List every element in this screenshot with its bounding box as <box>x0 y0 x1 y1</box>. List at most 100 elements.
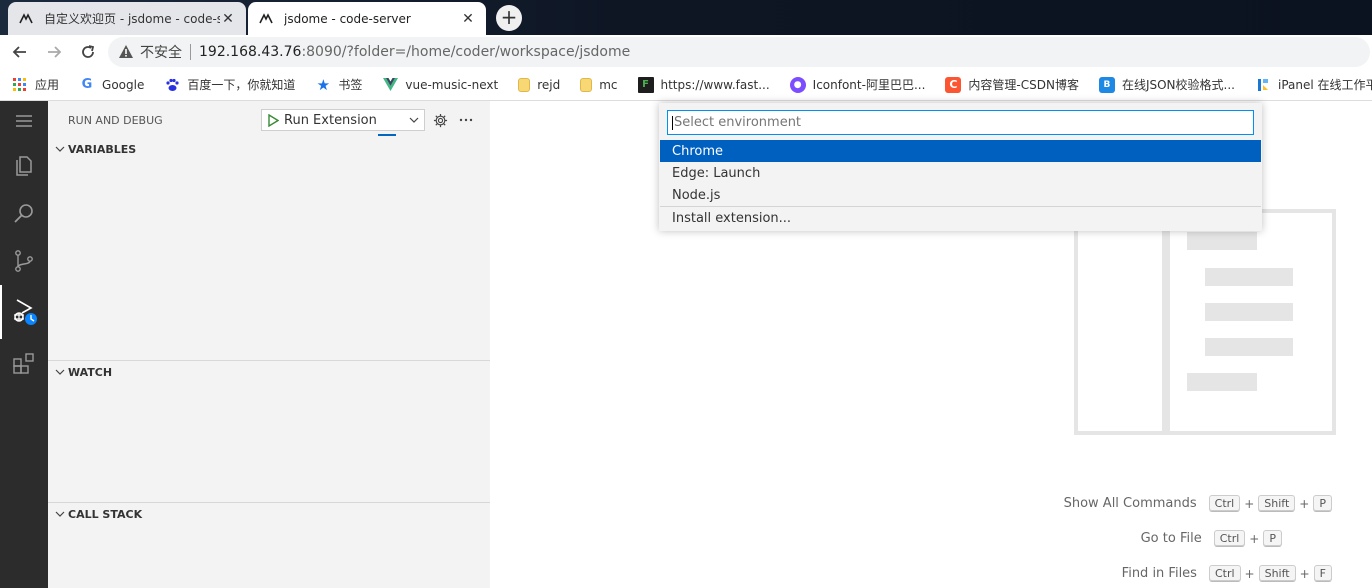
baidu-paw-icon <box>164 77 180 93</box>
explorer-button[interactable] <box>0 141 48 189</box>
bookmark-mc[interactable]: mc <box>580 77 618 92</box>
reload-button[interactable] <box>74 38 102 66</box>
forward-button[interactable] <box>40 38 68 66</box>
bookmark-bookmarks[interactable]: ★ 书签 <box>315 75 363 94</box>
bookmark-ipanel[interactable]: iPanel 在线工作平台 <box>1255 76 1372 93</box>
section-call-stack[interactable]: CALL STACK <box>48 503 142 525</box>
menu-button[interactable] <box>0 101 48 141</box>
quick-pick-item-edge[interactable]: Edge: Launch <box>660 162 1261 184</box>
bookmark-vue-music[interactable]: vue-music-next <box>382 77 498 93</box>
csdn-icon: C <box>945 76 962 93</box>
vscode-watermark-icon <box>1074 209 1336 435</box>
run-debug-sidebar: RUN AND DEBUG Run Extension VARIABLES WA… <box>48 101 490 588</box>
browser-tab-active[interactable]: jsdome - code-server ✕ <box>248 2 486 35</box>
json-icon: B <box>1098 76 1115 93</box>
bookmark-json[interactable]: B 在线JSON校验格式... <box>1098 76 1235 93</box>
key-cap: P <box>1263 530 1282 547</box>
quick-pick-input[interactable]: Select environment <box>667 110 1254 135</box>
close-icon[interactable]: ✕ <box>220 11 236 27</box>
bookmark-label: rejd <box>537 77 561 92</box>
bookmark-label: iPanel 在线工作平台 <box>1277 78 1372 92</box>
address-divider <box>190 44 191 60</box>
quick-pick-placeholder: Select environment <box>674 115 802 130</box>
section-watch[interactable]: WATCH <box>48 361 112 383</box>
vue-logo-icon <box>382 77 398 93</box>
insecure-label[interactable]: 不安全 <box>140 42 182 62</box>
section-label: VARIABLES <box>68 142 137 156</box>
bookmark-label: 在线JSON校验格式... <box>1121 78 1235 92</box>
bookmark-label: mc <box>599 77 618 92</box>
quick-pick-item-chrome[interactable]: Chrome <box>660 140 1261 162</box>
apps-grid-icon <box>12 77 28 93</box>
section-divider <box>48 360 490 361</box>
browser-tab-strip: 自定义欢迎页 - jsdome - code-server ✕ jsdome -… <box>0 0 1372 35</box>
google-icon: G <box>81 77 93 92</box>
bookmark-apps[interactable]: 应用 <box>12 76 59 93</box>
iconfont-icon: ● <box>789 76 806 93</box>
section-variables[interactable]: VARIABLES <box>48 138 136 160</box>
plus-sign: + <box>1244 496 1255 511</box>
bookmark-label: Google <box>102 77 145 92</box>
extensions-icon <box>13 353 34 374</box>
select-environment-quick-pick: Select environment Chrome Edge: Launch N… <box>659 103 1262 231</box>
launch-config-select[interactable]: Run Extension <box>261 109 425 136</box>
launch-config-label: Run Extension <box>284 112 377 128</box>
plus-sign: + <box>1249 531 1260 546</box>
shortcut-go-to-file: Go to File Ctrl + P <box>972 530 1372 547</box>
address-bar[interactable]: 不安全 192.168.43.76:8090/?folder=/home/cod… <box>108 37 1370 67</box>
chevron-down-icon <box>52 369 68 375</box>
files-icon <box>16 156 32 176</box>
plus-sign: + <box>1299 496 1310 511</box>
quick-pick-item-nodejs[interactable]: Node.js <box>660 184 1261 206</box>
bookmark-baidu[interactable]: 百度一下，你就知道 <box>164 76 295 93</box>
star-icon: ★ <box>316 75 331 94</box>
bookmark-label: 应用 <box>35 78 60 92</box>
bookmark-iconfont[interactable]: ● Iconfont-阿里巴巴... <box>789 76 926 93</box>
url-host: 192.168.43.76 <box>199 44 302 60</box>
tab-title: 自定义欢迎页 - jsdome - code-server <box>44 12 220 26</box>
key-cap: Ctrl <box>1213 530 1246 547</box>
browser-tab[interactable]: 自定义欢迎页 - jsdome - code-server ✕ <box>8 2 246 35</box>
chevron-down-icon <box>52 146 68 152</box>
sidebar-header: RUN AND DEBUG Run Extension <box>48 101 490 139</box>
key-cap: Ctrl <box>1208 495 1241 512</box>
chevron-down-icon <box>404 117 424 123</box>
key-cap: Ctrl <box>1208 565 1241 582</box>
section-label: CALL STACK <box>68 507 143 521</box>
sidebar-title: RUN AND DEBUG <box>68 113 163 127</box>
bookmark-google[interactable]: G Google <box>79 77 145 93</box>
run-debug-button[interactable] <box>0 285 48 339</box>
folder-icon <box>580 77 593 92</box>
back-button[interactable] <box>6 38 34 66</box>
fastgit-icon: F <box>637 76 654 93</box>
gear-icon[interactable] <box>429 109 451 131</box>
bookmark-label: https://www.fast... <box>660 77 770 92</box>
bookmark-label: 百度一下，你就知道 <box>187 78 296 92</box>
reload-icon <box>82 45 95 58</box>
extensions-button[interactable] <box>0 339 48 387</box>
shortcut-label: Go to File <box>1140 531 1202 546</box>
source-control-icon <box>15 250 33 272</box>
code-server-favicon-icon <box>18 11 34 27</box>
hamburger-menu-icon <box>16 115 32 127</box>
bookmark-label: vue-music-next <box>405 77 499 92</box>
bookmark-csdn[interactable]: C 内容管理-CSDN博客 <box>945 76 1079 93</box>
shortcut-show-all-commands: Show All Commands Ctrl + Shift + P <box>972 495 1372 512</box>
key-cap: P <box>1313 495 1332 512</box>
bookmark-rejd[interactable]: rejd <box>518 77 561 92</box>
bookmark-fastgit[interactable]: F https://www.fast... <box>637 76 770 93</box>
arrow-left-icon <box>12 46 26 58</box>
warning-icon[interactable] <box>118 44 134 60</box>
new-tab-button[interactable]: + <box>496 5 522 31</box>
close-icon[interactable]: ✕ <box>460 11 476 27</box>
source-control-button[interactable] <box>0 237 48 285</box>
more-actions-icon[interactable] <box>455 109 477 131</box>
play-icon[interactable] <box>262 113 284 127</box>
code-server-favicon-icon <box>258 11 274 27</box>
bookmark-label: Iconfont-阿里巴巴... <box>812 78 926 92</box>
browser-toolbar: 不安全 192.168.43.76:8090/?folder=/home/cod… <box>0 35 1372 69</box>
quick-pick-item-install-extension[interactable]: Install extension... <box>660 207 1261 229</box>
section-label: WATCH <box>68 365 113 379</box>
bookmark-label: 内容管理-CSDN博客 <box>968 78 1079 92</box>
search-button[interactable] <box>0 189 48 237</box>
